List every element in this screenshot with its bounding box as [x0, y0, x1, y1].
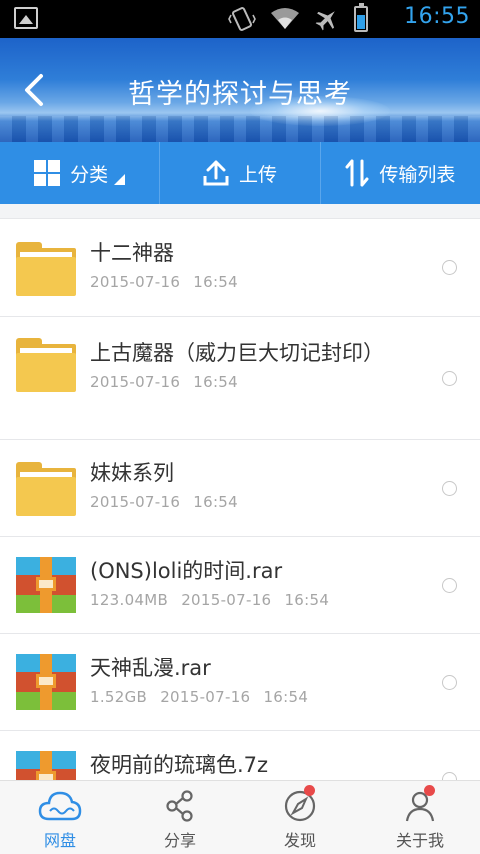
toolbar: 分类 上传 传输列表: [0, 142, 480, 204]
upload-button[interactable]: 上传: [159, 142, 319, 204]
upload-label: 上传: [238, 163, 277, 186]
archive-icon: [16, 557, 76, 613]
file-date: 2015-07-16: [90, 493, 181, 511]
list-item[interactable]: 夜明前的琉璃色.7z: [0, 730, 480, 780]
file-name: 妹妹系列: [90, 461, 174, 485]
file-info: 十二神器 2015-07-16 16:54: [90, 239, 410, 291]
select-radio[interactable]: [442, 371, 457, 386]
file-info: 上古魔器（威力巨大切记封印） 2015-07-16 16:54: [90, 339, 410, 391]
upload-icon: [203, 160, 229, 186]
select-radio[interactable]: [442, 772, 457, 780]
file-time: 16:54: [263, 688, 309, 706]
file-meta: 2015-07-16 16:54: [90, 373, 410, 391]
file-size: 123.04MB: [90, 591, 169, 609]
file-name: 天神乱漫.rar: [90, 656, 211, 680]
page-title: 哲学的探讨与思考: [128, 79, 352, 110]
select-radio[interactable]: [442, 260, 457, 275]
bottom-navigation: 网盘 分享 发现 关于我: [0, 780, 480, 854]
category-label: 分类: [70, 163, 109, 186]
nav-label: 发现: [283, 831, 316, 850]
file-meta: 1.52GB 2015-07-16 16:54: [90, 688, 410, 706]
image-notification-icon: [14, 7, 38, 29]
header-background-waves: [0, 116, 480, 142]
file-name: 上古魔器（威力巨大切记封印）: [90, 341, 384, 365]
file-date: 2015-07-16: [90, 373, 181, 391]
list-item[interactable]: 天神乱漫.rar 1.52GB 2015-07-16 16:54: [0, 633, 480, 730]
notification-badge: [424, 785, 435, 796]
list-item[interactable]: 上古魔器（威力巨大切记封印） 2015-07-16 16:54: [0, 316, 480, 439]
folder-icon: [16, 240, 76, 296]
file-info: 夜明前的琉璃色.7z: [90, 751, 410, 779]
nav-tab-about-me[interactable]: 关于我: [360, 781, 480, 854]
file-time: 16:54: [193, 273, 238, 291]
transfer-arrows-icon: [345, 159, 369, 187]
nav-tab-netdisk[interactable]: 网盘: [0, 781, 120, 854]
list-item[interactable]: 十二神器 2015-07-16 16:54: [0, 218, 480, 316]
file-meta: 2015-07-16 16:54: [90, 493, 410, 511]
nav-tab-discover[interactable]: 发现: [240, 781, 360, 854]
header: 哲学的探讨与思考: [0, 38, 480, 142]
list-item[interactable]: (ONS)loli的时间.rar 123.04MB 2015-07-16 16:…: [0, 536, 480, 633]
file-time: 16:54: [284, 591, 330, 609]
nav-label: 分享: [163, 831, 196, 850]
file-date: 2015-07-16: [90, 273, 181, 291]
file-time: 16:54: [193, 373, 238, 391]
nav-label: 关于我: [395, 831, 444, 850]
folder-icon: [16, 460, 76, 516]
transfer-list-button[interactable]: 传输列表: [319, 142, 480, 204]
file-info: (ONS)loli的时间.rar 123.04MB 2015-07-16 16:…: [90, 557, 410, 609]
share-icon: [166, 790, 193, 822]
select-radio[interactable]: [442, 481, 457, 496]
folder-icon: [16, 336, 76, 392]
grid-icon: [34, 160, 61, 186]
battery-icon: [354, 3, 368, 32]
file-info: 妹妹系列 2015-07-16 16:54: [90, 459, 410, 511]
file-size: 1.52GB: [90, 688, 148, 706]
cloud-icon: [38, 791, 82, 821]
file-name: (ONS)loli的时间.rar: [90, 559, 283, 583]
clock: 16:55: [404, 4, 470, 29]
file-list: 十二神器 2015-07-16 16:54 上古魔器（威力巨大切记封印） 201…: [0, 204, 480, 780]
status-icons: [228, 3, 368, 33]
file-info: 天神乱漫.rar 1.52GB 2015-07-16 16:54: [90, 654, 410, 706]
file-name: 夜明前的琉璃色.7z: [90, 753, 269, 777]
select-radio[interactable]: [442, 578, 457, 593]
nav-label: 网盘: [43, 831, 76, 850]
file-meta: 123.04MB 2015-07-16 16:54: [90, 591, 410, 609]
notification-badge: [304, 785, 315, 796]
status-bar: 16:55: [0, 0, 480, 38]
list-item[interactable]: 妹妹系列 2015-07-16 16:54: [0, 439, 480, 536]
nav-tab-share[interactable]: 分享: [120, 781, 240, 854]
file-date: 2015-07-16: [160, 688, 251, 706]
wifi-icon: [271, 8, 299, 29]
file-name: 十二神器: [90, 241, 174, 265]
dropdown-triangle-icon: [114, 173, 126, 185]
select-radio[interactable]: [442, 675, 457, 690]
airplane-mode-icon: [315, 11, 335, 31]
vibrate-icon: [228, 7, 256, 31]
archive-icon: [16, 654, 76, 710]
file-meta: 2015-07-16 16:54: [90, 273, 410, 291]
file-date: 2015-07-16: [181, 591, 272, 609]
archive-icon: [16, 751, 76, 780]
file-time: 16:54: [193, 493, 238, 511]
category-button[interactable]: 分类: [0, 142, 159, 204]
transfer-list-label: 传输列表: [379, 163, 456, 186]
